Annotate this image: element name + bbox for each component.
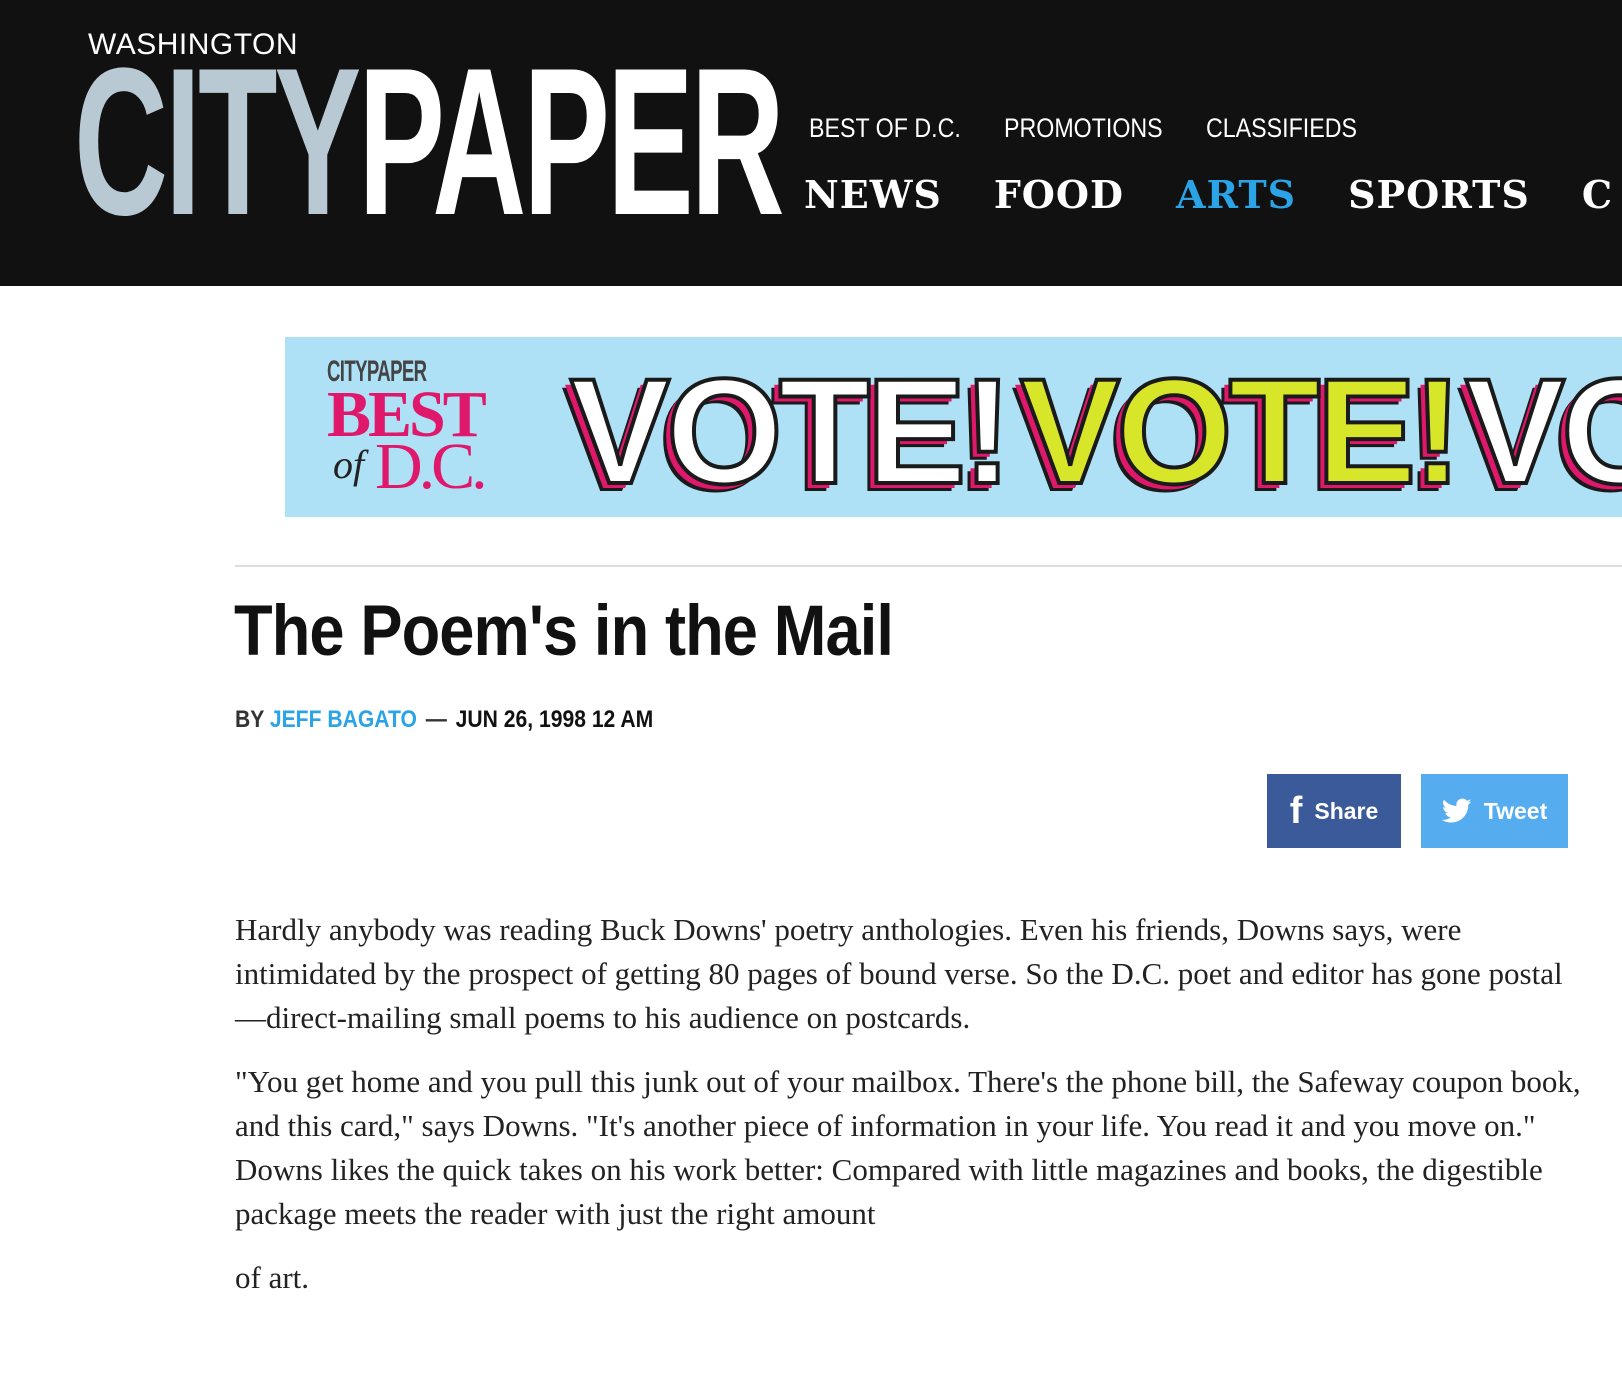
- article-paragraph: Hardly anybody was reading Buck Downs' p…: [235, 912, 1563, 1035]
- ad-vote-1: VOTE!: [568, 347, 1014, 515]
- ad-of-text: of: [333, 442, 365, 487]
- byline-prefix: BY: [235, 706, 264, 733]
- twitter-icon: [1441, 798, 1472, 824]
- facebook-share-button[interactable]: f Share: [1267, 774, 1401, 848]
- secondary-nav: BEST OF D.C. PROMOTIONS CLASSIFIEDS: [809, 113, 1360, 144]
- twitter-tweet-button[interactable]: Tweet: [1421, 774, 1568, 848]
- share-label: Share: [1314, 797, 1379, 824]
- ad-vote-3: VO: [1463, 347, 1622, 515]
- byline: BY JEFF BAGATO — JUN 26, 1998 12 AM: [235, 706, 653, 734]
- nav-food[interactable]: FOOD: [994, 172, 1124, 217]
- facebook-icon: f: [1289, 790, 1303, 832]
- nav-sports[interactable]: SPORTS: [1348, 172, 1530, 217]
- section-divider: [235, 565, 1622, 567]
- nav-best-of-dc[interactable]: BEST OF D.C.: [809, 113, 961, 144]
- article-paragraph: "You get home and you pull this junk out…: [235, 1064, 1581, 1231]
- byline-dash: —: [425, 706, 447, 733]
- article-title: The Poem's in the Mail: [234, 592, 894, 671]
- article-body: Hardly anybody was reading Buck Downs' p…: [235, 908, 1585, 1320]
- logo-citypaper: CITYPAPER: [74, 37, 785, 247]
- article-paragraph: of art.: [235, 1260, 310, 1295]
- author-link[interactable]: JEFF BAGATO: [270, 706, 417, 733]
- logo-paper: PAPER: [358, 24, 785, 259]
- nav-promotions[interactable]: PROMOTIONS: [1004, 113, 1163, 144]
- nav-arts[interactable]: ARTS: [1176, 172, 1296, 217]
- ad-banner-best-of-dc[interactable]: CITYPAPER BEST of D.C. VOTE! VOTE! VO: [285, 337, 1622, 517]
- ad-vote-2: VOTE!: [1018, 347, 1464, 515]
- ad-dc-text: D.C.: [375, 430, 488, 503]
- nav-classifieds[interactable]: CLASSIFIEDS: [1206, 113, 1357, 144]
- publish-date: JUN 26, 1998 12 AM: [455, 706, 654, 733]
- primary-nav: NEWS FOOD ARTS SPORTS C: [804, 172, 1613, 217]
- logo-city: CITY: [74, 24, 361, 259]
- tweet-label: Tweet: [1483, 797, 1548, 824]
- nav-cut-off-item[interactable]: C: [1582, 172, 1613, 217]
- nav-news[interactable]: NEWS: [804, 172, 942, 217]
- site-header: WASHINGTON CITYPAPER BEST OF D.C. PROMOT…: [0, 0, 1622, 286]
